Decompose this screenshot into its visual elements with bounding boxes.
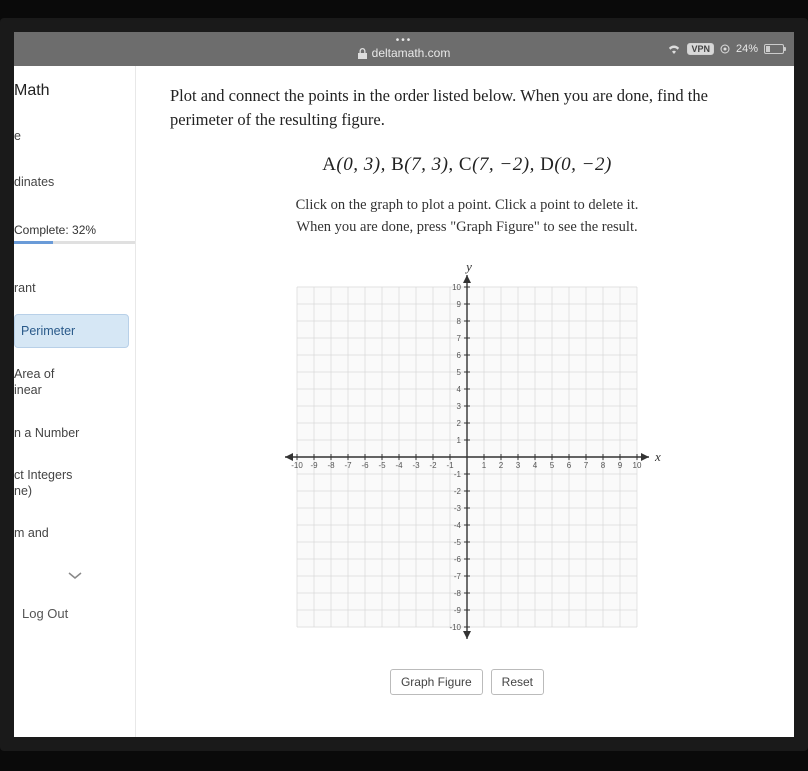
lock-icon <box>358 48 367 59</box>
progress-bar <box>14 241 135 244</box>
wifi-icon <box>667 44 681 54</box>
svg-text:2: 2 <box>499 461 504 470</box>
svg-text:-6: -6 <box>361 461 369 470</box>
svg-text:6: 6 <box>567 461 572 470</box>
svg-text:-9: -9 <box>310 461 318 470</box>
reset-button[interactable]: Reset <box>491 669 544 695</box>
svg-text:3: 3 <box>516 461 521 470</box>
svg-text:-5: -5 <box>454 538 462 547</box>
svg-text:9: 9 <box>618 461 623 470</box>
sidebar-title: Math <box>14 78 135 120</box>
location-icon <box>720 44 730 54</box>
svg-text:6: 6 <box>457 351 462 360</box>
svg-text:-9: -9 <box>454 606 462 615</box>
sidebar-item-3[interactable]: Area of inear <box>14 358 135 407</box>
svg-text:4: 4 <box>457 385 462 394</box>
battery-icon <box>764 44 784 54</box>
svg-text:-7: -7 <box>454 572 462 581</box>
svg-text:2: 2 <box>457 419 462 428</box>
svg-text:-4: -4 <box>454 521 462 530</box>
main-content: Plot and connect the points in the order… <box>136 66 794 737</box>
url-text: deltamath.com <box>372 46 451 60</box>
svg-text:-8: -8 <box>454 589 462 598</box>
svg-text:-7: -7 <box>344 461 352 470</box>
svg-text:-6: -6 <box>454 555 462 564</box>
progress-block: Complete: 32% <box>14 223 135 244</box>
svg-text:-2: -2 <box>454 487 462 496</box>
problem-formula: A(0, 3), B(7, 3), C(7, −2), D(0, −2) <box>170 154 764 176</box>
svg-text:1: 1 <box>457 436 462 445</box>
svg-text:-2: -2 <box>429 461 437 470</box>
svg-text:-1: -1 <box>446 461 454 470</box>
sidebar: Math e dinates Complete: 32% rant Perimet… <box>14 66 136 737</box>
battery-percent: 24% <box>736 43 758 55</box>
svg-text:-1: -1 <box>454 470 462 479</box>
svg-text:8: 8 <box>601 461 606 470</box>
chevron-down-icon[interactable] <box>14 560 135 592</box>
svg-text:5: 5 <box>457 368 462 377</box>
svg-text:10: 10 <box>633 461 642 470</box>
svg-text:5: 5 <box>550 461 555 470</box>
svg-text:-10: -10 <box>291 461 303 470</box>
svg-text:x: x <box>654 449 661 464</box>
svg-text:1: 1 <box>482 461 487 470</box>
svg-text:4: 4 <box>533 461 538 470</box>
device-frame: ••• deltamath.com VPN 24% Math e dinates… <box>0 18 808 751</box>
svg-text:y: y <box>464 259 472 274</box>
sidebar-item-4[interactable]: n a Number <box>14 417 135 449</box>
svg-text:3: 3 <box>457 402 462 411</box>
svg-text:-8: -8 <box>327 461 335 470</box>
svg-text:10: 10 <box>452 283 461 292</box>
svg-text:8: 8 <box>457 317 462 326</box>
graph-instructions: Click on the graph to plot a point. Clic… <box>170 194 764 239</box>
graph-figure-button[interactable]: Graph Figure <box>390 669 483 695</box>
svg-text:-3: -3 <box>454 504 462 513</box>
svg-text:9: 9 <box>457 300 462 309</box>
problem-prompt: Plot and connect the points in the order… <box>170 84 764 132</box>
logout-link[interactable]: Log Out <box>14 592 135 621</box>
sidebar-item-dinates[interactable]: dinates <box>14 166 135 198</box>
sidebar-item-2[interactable]: Perimeter <box>14 314 129 348</box>
svg-text:-4: -4 <box>395 461 403 470</box>
svg-text:-10: -10 <box>449 623 461 632</box>
sidebar-item-0[interactable]: e <box>14 120 135 152</box>
sidebar-item-6[interactable]: m and <box>14 517 135 549</box>
vpn-badge: VPN <box>687 43 714 55</box>
progress-label: Complete: 32% <box>14 223 135 241</box>
browser-status-bar: ••• deltamath.com VPN 24% <box>14 32 794 66</box>
svg-text:-5: -5 <box>378 461 386 470</box>
svg-text:-3: -3 <box>412 461 420 470</box>
svg-text:7: 7 <box>584 461 589 470</box>
more-icon[interactable]: ••• <box>396 38 413 44</box>
sidebar-item-1[interactable]: rant <box>14 272 135 304</box>
sidebar-item-5[interactable]: ct Integers ne) <box>14 459 135 508</box>
svg-text:7: 7 <box>457 334 462 343</box>
coordinate-graph[interactable]: -10-9-8-7-6-5-4-3-2-112345678910-10-9-8-… <box>267 257 667 657</box>
